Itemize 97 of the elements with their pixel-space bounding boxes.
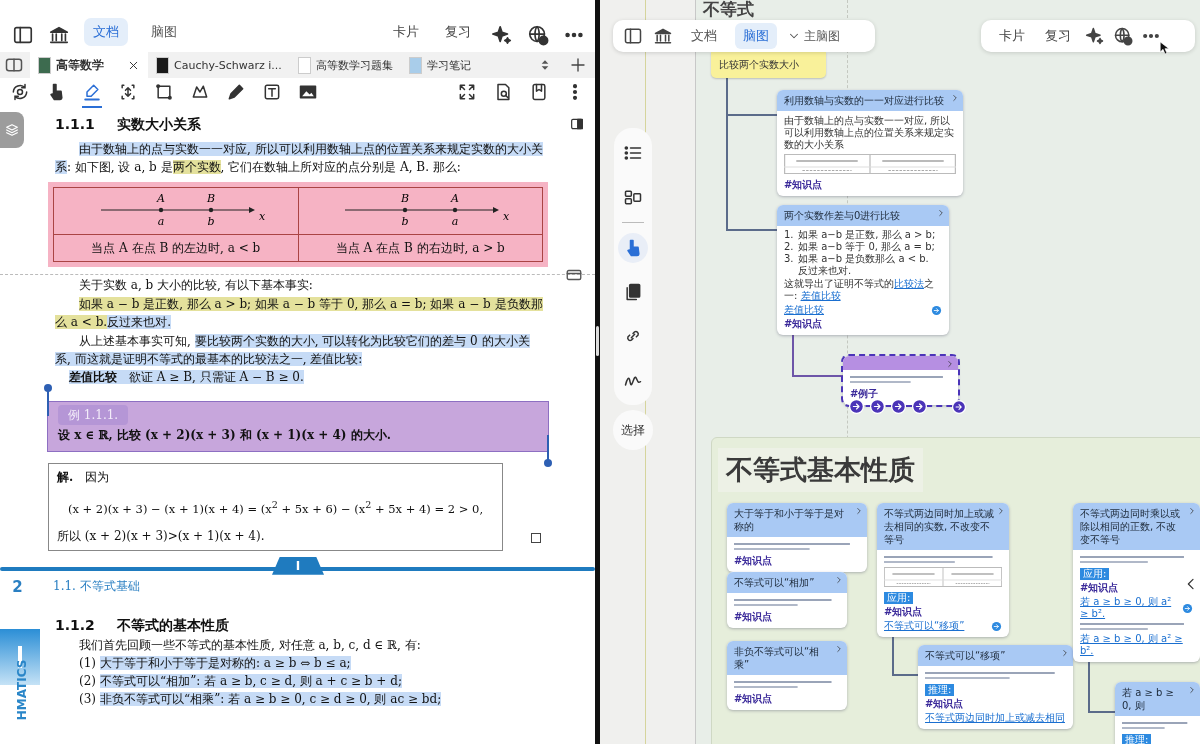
equation: (x + 2)(x + 3) − (x + 1)(x + 4) = (x$^{2}$ + 5x + 6) − (x$^{2}$ + 5x + 4) = 2 > 0, [66, 498, 485, 518]
knowledge-card[interactable]: 非负不等式可以“相乘” #知识点 [727, 641, 847, 710]
section-number: 1.1.1 [55, 115, 95, 134]
number-line-drawing: B b A a x [315, 190, 526, 232]
map-selector[interactable]: 主脑图 [787, 27, 840, 45]
paragraph: 我们首先回顾一些不等式的基本性质, 对任意 a, b, c, d ∈ ℝ, 有: [78, 636, 422, 654]
knowledge-card[interactable]: 大于等于和小于等于是对称的 #知识点 [727, 503, 867, 572]
view-tab[interactable]: 脑图 [142, 18, 186, 46]
knowledge-card[interactable]: 若 a ≥ b ≥ 0, 则 推理: [1115, 682, 1200, 744]
running-head: 1.1. 不等式基础 [53, 578, 140, 596]
toolbar-button[interactable]: 复习 [1039, 23, 1077, 49]
paragraph: 关于实数 a, b 大小的比较, 有以下基本事实: [78, 277, 314, 294]
card-link[interactable]: 差值比较 [800, 290, 841, 301]
card-link[interactable]: 若 a ≥ b ≥ 0, 则 a² ≥ b². [1080, 633, 1193, 657]
toolbar-button[interactable]: 卡片 [993, 23, 1031, 49]
example-card[interactable]: #例子 [843, 356, 958, 405]
tab-label: Cauchy-Schwarz i... [174, 58, 282, 72]
tag-label[interactable]: #知识点 [734, 693, 773, 705]
card-title: 不等式两边同时乘以或除以相同的正数, 不改变不等号 [1080, 508, 1180, 545]
section-label: 推理: [1122, 734, 1152, 744]
list-number: 3. [784, 253, 795, 265]
example-label: 例 1.1.1. [58, 405, 129, 425]
section-label: 推理: [925, 684, 955, 696]
knowledge-card[interactable]: 两个实数作差与0进行比较 1. 如果 a−b 是正数, 那么 a > b; 2. 如果 a−b 等于 0, 那么 a = b; 3. 如果 a−b 是负数那么 a < b. 反过来也对. 这就导出了证明不等式的比较法之一: 差值比较 差值比较 #知识点 [777, 205, 949, 335]
view-tab[interactable]: 文档 [84, 18, 128, 46]
section-title: 实数大小关系 [116, 115, 201, 134]
example-box[interactable]: 例 1.1.1. 设 x ∈ ℝ, 比较 (x + 2)(x + 3) 和 (x + 1)(x + 4) 的大小. [48, 402, 548, 451]
card-title: 大于等于和小于等于是对称的 [734, 508, 844, 532]
figure-caption: 当点 A 在点 B 的右边时, a > b [298, 234, 543, 262]
card-title: 利用数轴与实数的一一对应进行比较 [784, 95, 944, 106]
tag-label[interactable]: #例子 [850, 388, 879, 400]
tab-label: 学习笔记 [426, 57, 471, 73]
card-link[interactable]: 比较法 [894, 278, 924, 289]
list-number: (3) [79, 690, 96, 708]
knowledge-card[interactable]: 不等式两边同时乘以或除以相同的正数, 不改变不等号 应用: #知识点 若 a ≥ b ≥ 0, 则 a² ≥ b². 若 a ≥ b ≥ 0, 则 a² ≥ b². [1073, 503, 1200, 662]
document-tab[interactable]: 高等数学习题集 [289, 52, 401, 78]
knowledge-card[interactable]: 不等式可以“移项” 推理: #知识点 不等式两边同时加上或减去相同 [918, 645, 1073, 729]
card-link[interactable]: 若 a ≥ b ≥ 0, 则 a² ≥ b². [1080, 596, 1178, 620]
number-line-drawing: A a B b x [70, 190, 281, 232]
toolbar-button[interactable]: 复习 [439, 18, 477, 46]
tag-label[interactable]: #知识点 [734, 555, 773, 567]
view-tab[interactable]: 脑图 [735, 23, 777, 49]
tag-label[interactable]: #知识点 [734, 611, 773, 623]
map-title: 不等式 [703, 0, 754, 19]
document-tab[interactable]: 学习笔记 [400, 52, 479, 78]
tag-label[interactable]: #知识点 [884, 606, 923, 618]
solution-lead: 解. 因为 [57, 469, 111, 486]
document-tab[interactable]: Cauchy-Schwarz i... [148, 52, 290, 78]
card-text: 由于数轴上的点与实数一一对应, 所以可以利用数轴上点的位置关系来规定实数的大小关系 [784, 115, 955, 151]
card-title: 若 a ≥ b ≥ 0, 则 [1122, 687, 1174, 711]
group-title: 不等式基本性质 [718, 448, 923, 492]
list-text: 非负不等式可以“相乘”: 若 a ≥ b ≥ 0, c ≥ d ≥ 0, 则 ac ≥ bd; [100, 690, 442, 708]
root-node[interactable]: 比较两个实数大小 [711, 52, 826, 78]
list-text: 大于等于和小于等于是对称的: a ≥ b ⇔ b ≤ a; [100, 654, 351, 672]
card-title: 不等式两边同时加上或减去相同的实数, 不改变不等号 [884, 508, 994, 545]
example-text: 设 x ∈ ℝ, 比较 (x + 2)(x + 3) 和 (x + 1)(x + 4) 的大小. [58, 427, 392, 444]
knowledge-card[interactable]: 不等式两边同时加上或减去相同的实数, 不改变不等号 应用: #知识点 不等式可以“移项” [877, 503, 1009, 637]
list-number: 2. [784, 241, 795, 253]
card-title: 不等式可以“相加” [734, 577, 815, 588]
tag-label[interactable]: #知识点 [784, 318, 823, 330]
tag-label[interactable]: #知识点 [1080, 582, 1119, 594]
card-title: 两个实数作差与0进行比较 [784, 210, 901, 221]
list-text: 不等式可以“相加”: 若 a ≥ b, c ≥ d, 则 a + c ≥ b + d; [100, 672, 402, 690]
definition-text: 差值比较 欲证 A ≥ B, 只需证 A − B ≥ 0. [68, 369, 305, 386]
figure-caption: 当点 A 在点 B 的左边时, a < b [53, 234, 298, 262]
card-link[interactable]: 不等式可以“移项” [884, 620, 987, 632]
card-link[interactable]: 差值比较 [784, 304, 927, 316]
tag-label[interactable]: #知识点 [784, 179, 823, 191]
card-title: 非负不等式可以“相乘” [734, 646, 820, 670]
knowledge-card[interactable]: 不等式可以“相加” #知识点 [727, 572, 847, 628]
document-tab[interactable]: 高等数学 [30, 52, 148, 78]
list-text: 反过来也对. [798, 265, 852, 277]
paragraph: 由于数轴上的点与实数一一对应, 所以可以利用数轴上点的位置关系来规定实数的大小关系: 如下图, 设 a, b 是两个实数, 它们在数轴上所对应的点分别是 A, B. 那么: [55, 141, 543, 176]
section-label: 应用: [1080, 568, 1110, 580]
paragraph: 如果 a − b 是正数, 那么 a > b; 如果 a − b 等于 0, 那么 a = b; 如果 a − b 是负数那么 a < b.反过来也对. [55, 296, 543, 331]
knowledge-card[interactable]: 利用数轴与实数的一一对应进行比较 由于数轴上的点与实数一一对应, 所以可以利用数轴上点的位置关系来规定实数的大小关系 #知识点 [777, 90, 963, 196]
toolbar-button[interactable]: 卡片 [387, 18, 425, 46]
section-title: 不等式的基本性质 [116, 615, 229, 635]
paragraph: 从上述基本事实可知, 要比较两个实数的大小, 可以转化为比较它们的差与 0 的大小关系, 而这就是证明不等式的最基本的比较法之一, 差值比较: [55, 333, 531, 368]
tab-label: 高等数学 [56, 56, 105, 74]
section-label: 应用: [884, 592, 914, 604]
card-link[interactable]: 不等式两边同时加上或减去相同 [925, 712, 1066, 724]
page-number: 2 [11, 577, 24, 596]
view-tab[interactable]: 文档 [683, 23, 725, 49]
solution-conclusion: 所以 (x + 2)(x + 3)>(x + 1)(x + 4). [57, 527, 266, 545]
list-text: 如果 a−b 等于 0, 那么 a = b; [798, 241, 935, 253]
side-tab-text: HMATICS [15, 659, 30, 721]
list-text: 如果 a−b 是正数, 那么 a > b; [798, 229, 936, 241]
card-title: 不等式可以“移项” [925, 650, 1006, 661]
list-number: 1. [784, 229, 795, 241]
card-text: 这就导出了证明不等式的比较法之一: 差值比较 [784, 278, 935, 302]
list-text: 如果 a−b 是负数那么 a < b. [798, 253, 929, 265]
section-number: 1.1.2 [55, 615, 95, 635]
list-number: (1) [79, 654, 96, 672]
tab-label: 高等数学习题集 [315, 57, 393, 73]
list-number: (2) [79, 672, 96, 690]
tag-label[interactable]: #知识点 [925, 698, 964, 710]
